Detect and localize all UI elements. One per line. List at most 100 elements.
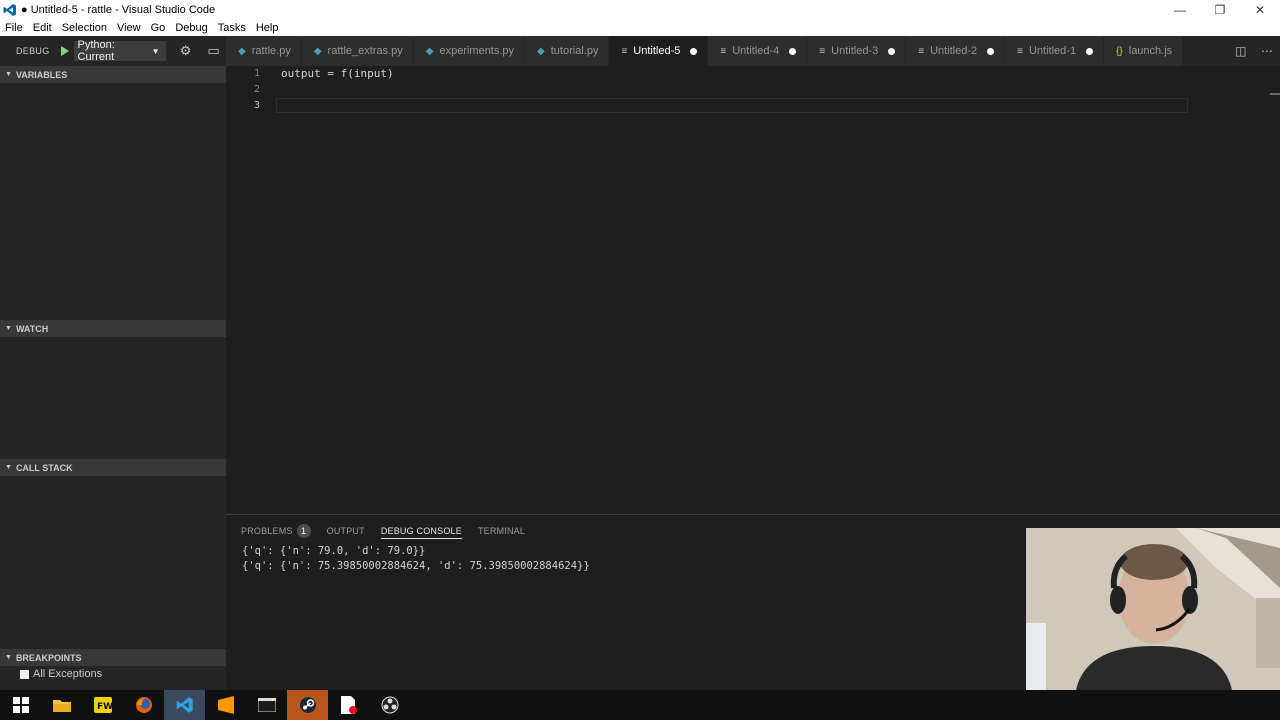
menu-tasks[interactable]: Tasks bbox=[213, 22, 251, 34]
python-file-icon: ◆ bbox=[313, 45, 322, 57]
start-button[interactable] bbox=[0, 690, 41, 720]
start-debugging-button[interactable] bbox=[60, 45, 72, 57]
unsaved-dot-icon[interactable] bbox=[789, 47, 797, 55]
scrollbar[interactable] bbox=[1270, 93, 1280, 95]
code-text[interactable]: output = f(input) bbox=[281, 67, 394, 80]
code-line: 1 output = f(input) bbox=[226, 66, 394, 81]
tab-label: Untitled-5 bbox=[633, 45, 681, 57]
code-line: 2 bbox=[226, 82, 260, 97]
window-title: ● Untitled-5 - rattle - Visual Studio Co… bbox=[21, 4, 216, 16]
debug-label: DEBUG bbox=[16, 46, 50, 56]
breakpoint-item[interactable]: All Exceptions bbox=[20, 668, 102, 680]
panel-tabs: PROBLEMS 1 OUTPUT DEBUG CONSOLE TERMINAL bbox=[241, 523, 541, 539]
gear-icon[interactable]: ⚙ bbox=[178, 43, 194, 59]
panel-tab-label: DEBUG CONSOLE bbox=[380, 525, 462, 536]
panel-tab-label: OUTPUT bbox=[326, 526, 365, 536]
call-stack-section-header[interactable]: ▼ CALL STACK bbox=[0, 459, 226, 476]
taskbar-firefox[interactable] bbox=[123, 690, 164, 720]
variables-section-header[interactable]: ▼ VARIABLES bbox=[0, 66, 226, 83]
tab-label: rattle_extras.py bbox=[327, 45, 403, 57]
editor-tabs: ◆ rattle.py ◆ rattle_extras.py ◆ experim… bbox=[226, 36, 1228, 66]
minimize-button[interactable]: — bbox=[1160, 0, 1200, 20]
chevron-down-icon: ▼ bbox=[151, 46, 160, 56]
debug-config-select[interactable]: Python: Current ▼ bbox=[73, 39, 166, 63]
editor-actions: ◫ ⋯ bbox=[1228, 36, 1280, 66]
document-icon: ≡ bbox=[621, 45, 628, 57]
debug-console-icon[interactable]: ▭ bbox=[206, 43, 222, 59]
tab-problems[interactable]: PROBLEMS 1 bbox=[241, 523, 311, 539]
restore-button[interactable]: ❐ bbox=[1200, 0, 1240, 20]
windows-taskbar: FW bbox=[0, 690, 1280, 720]
menu-debug[interactable]: Debug bbox=[170, 22, 212, 34]
code-editor[interactable]: 1 output = f(input) 2 3 bbox=[226, 66, 1280, 514]
tab-launch-js[interactable]: {} launch.js bbox=[1104, 36, 1184, 66]
debug-config-value: Python: Current bbox=[77, 39, 115, 63]
chevron-down-icon: ▼ bbox=[5, 71, 12, 78]
obs-icon bbox=[381, 696, 398, 714]
tab-rattle-extras-py[interactable]: ◆ rattle_extras.py bbox=[301, 36, 414, 66]
title-bar: ● Untitled-5 - rattle - Visual Studio Co… bbox=[0, 0, 1280, 20]
tab-untitled-3[interactable]: ≡ Untitled-3 bbox=[807, 36, 907, 66]
panel-tab-label: PROBLEMS bbox=[241, 526, 293, 536]
document-icon: ≡ bbox=[720, 45, 727, 57]
menu-edit[interactable]: Edit bbox=[28, 22, 57, 34]
chevron-down-icon: ▼ bbox=[5, 654, 12, 661]
more-actions-icon[interactable]: ⋯ bbox=[1261, 44, 1273, 58]
tab-output[interactable]: OUTPUT bbox=[327, 523, 365, 539]
taskbar-file-explorer[interactable] bbox=[41, 690, 82, 720]
restore-icon: ❐ bbox=[1214, 3, 1226, 17]
vscode-logo-icon bbox=[176, 697, 193, 713]
tab-label: launch.js bbox=[1128, 45, 1173, 57]
taskbar-steam[interactable] bbox=[287, 690, 328, 720]
document-icon bbox=[340, 696, 357, 714]
tab-terminal[interactable]: TERMINAL bbox=[478, 523, 525, 539]
tab-untitled-1[interactable]: ≡ Untitled-1 bbox=[1005, 36, 1105, 66]
tab-tutorial-py[interactable]: ◆ tutorial.py bbox=[525, 36, 610, 66]
unsaved-dot-icon[interactable] bbox=[888, 47, 896, 55]
tab-untitled-4[interactable]: ≡ Untitled-4 bbox=[708, 36, 808, 66]
tab-label: Untitled-1 bbox=[1028, 45, 1077, 57]
watch-section-header[interactable]: ▼ WATCH bbox=[0, 320, 226, 337]
tab-label: experiments.py bbox=[439, 45, 515, 57]
menu-view[interactable]: View bbox=[112, 22, 146, 34]
unsaved-dot-icon[interactable] bbox=[690, 47, 698, 55]
taskbar-obs[interactable] bbox=[369, 690, 410, 720]
console-output-line: {'q': {'n': 75.39850002884624, 'd': 75.3… bbox=[242, 560, 590, 572]
console-output-line: {'q': {'n': 79.0, 'd': 79.0}} bbox=[242, 545, 426, 557]
python-file-icon: ◆ bbox=[537, 45, 545, 57]
split-editor-icon[interactable]: ◫ bbox=[1235, 44, 1246, 58]
tab-rattle-py[interactable]: ◆ rattle.py bbox=[226, 36, 302, 66]
close-window-button[interactable]: ✕ bbox=[1240, 0, 1280, 20]
menu-file[interactable]: File bbox=[0, 22, 28, 34]
document-icon: ≡ bbox=[819, 45, 826, 57]
tab-label: Untitled-2 bbox=[930, 45, 978, 57]
menu-go[interactable]: Go bbox=[146, 22, 171, 34]
line-number: 2 bbox=[253, 84, 260, 95]
unsaved-dot-icon[interactable] bbox=[987, 47, 995, 55]
taskbar-terminal[interactable] bbox=[246, 690, 287, 720]
python-file-icon: ◆ bbox=[425, 45, 434, 57]
tab-untitled-2[interactable]: ≡ Untitled-2 bbox=[906, 36, 1006, 66]
menu-selection[interactable]: Selection bbox=[57, 22, 112, 34]
play-icon bbox=[60, 46, 69, 56]
taskbar-app-yellow[interactable]: FW bbox=[82, 690, 123, 720]
tab-debug-console[interactable]: DEBUG CONSOLE bbox=[380, 523, 462, 539]
taskbar-sublime[interactable] bbox=[205, 690, 246, 720]
breakpoint-label: All Exceptions bbox=[33, 668, 103, 680]
menu-help[interactable]: Help bbox=[251, 22, 284, 34]
debug-toolbar: DEBUG Python: Current ▼ ⚙ ▭ bbox=[0, 36, 226, 66]
close-icon: ✕ bbox=[1254, 3, 1266, 17]
current-line-highlight bbox=[276, 98, 1188, 113]
top-row: DEBUG Python: Current ▼ ⚙ ▭ ◆ rattle.py … bbox=[0, 36, 1280, 66]
menu-bar: File Edit Selection View Go Debug Tasks … bbox=[0, 20, 1280, 36]
unsaved-dot-icon[interactable] bbox=[1086, 47, 1094, 55]
taskbar-vscode[interactable] bbox=[164, 690, 205, 720]
breakpoint-checkbox[interactable] bbox=[20, 669, 29, 679]
webcam-overlay bbox=[1026, 528, 1280, 690]
breakpoints-section-header[interactable]: ▼ BREAKPOINTS bbox=[0, 649, 226, 666]
taskbar-notes[interactable] bbox=[328, 690, 369, 720]
tab-experiments-py[interactable]: ◆ experiments.py bbox=[413, 36, 526, 66]
tab-untitled-5[interactable]: ≡ Untitled-5 bbox=[609, 36, 709, 66]
line-number: 3 bbox=[253, 100, 260, 111]
python-file-icon: ◆ bbox=[238, 45, 246, 57]
